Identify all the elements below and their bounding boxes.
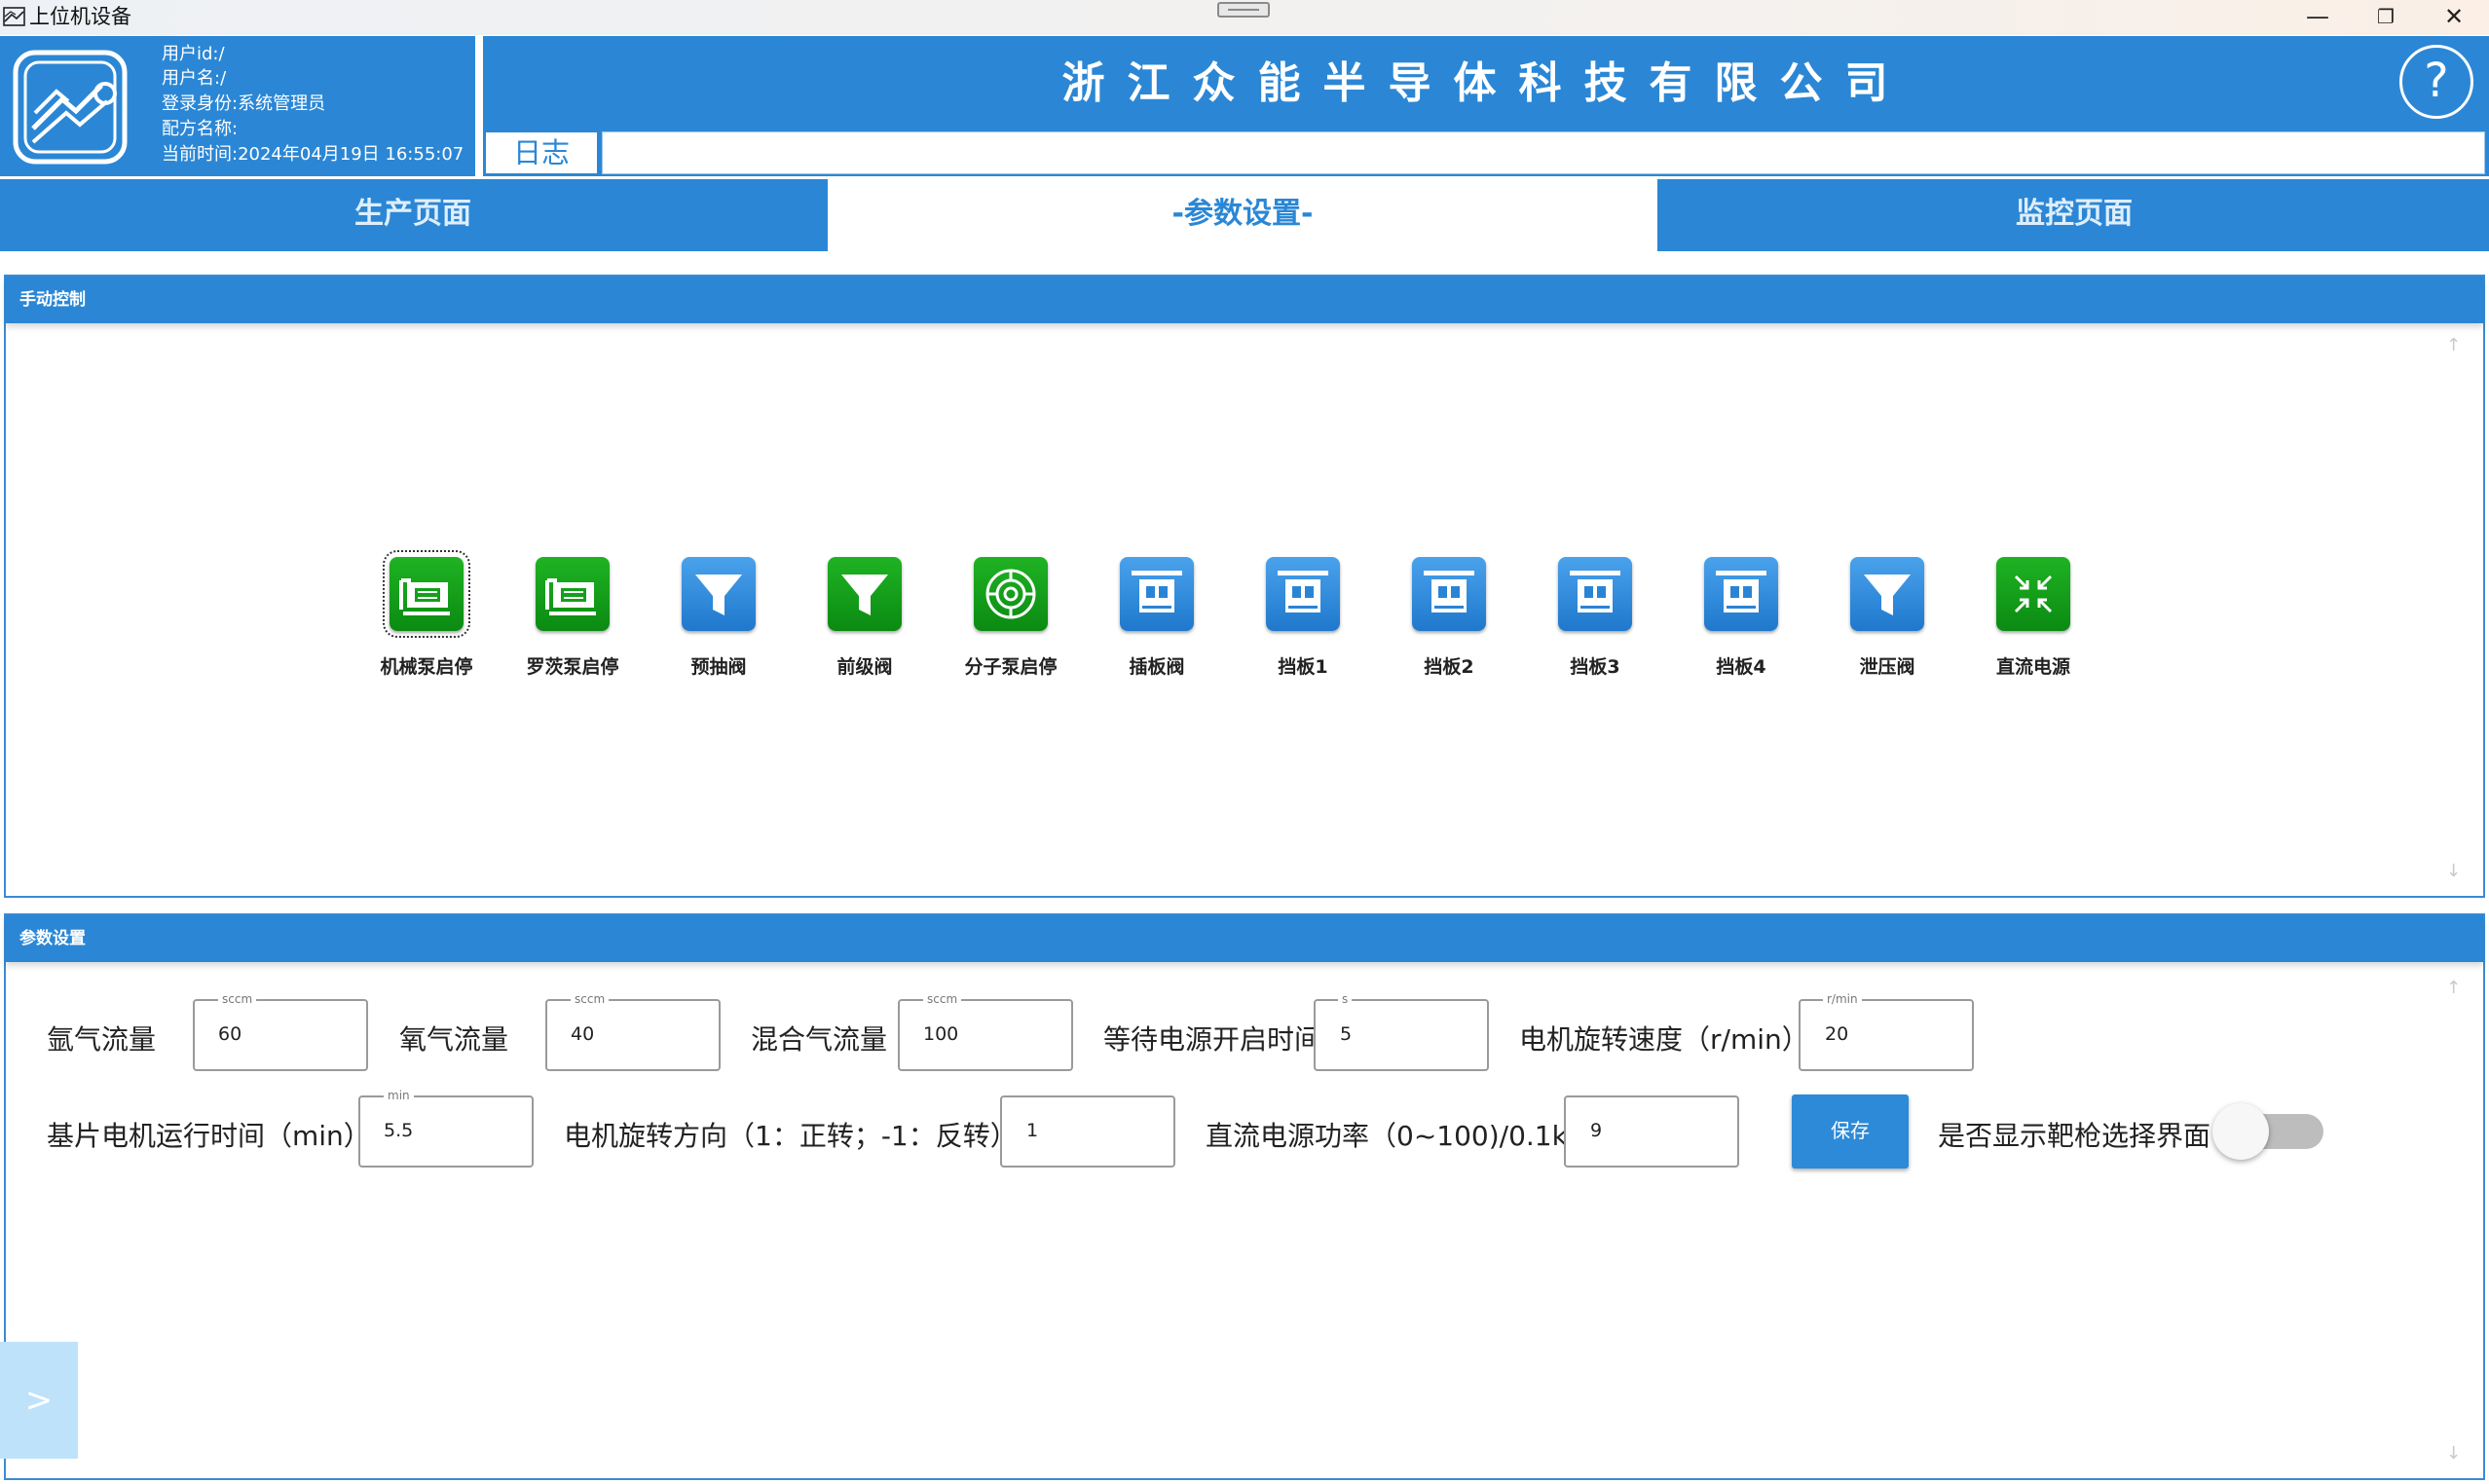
pump-icon [383,550,470,638]
manual-control-title: 手动控制 [6,277,2483,323]
minimize-button[interactable]: — [2283,0,2353,35]
mix-flow-label: 混合气流量 [751,1023,888,1056]
mix-flow-value: 100 [923,1023,959,1045]
window-title: 上位机设备 [29,5,131,28]
target-gun-toggle-label: 是否显示靶枪选择界面 [1938,1120,2211,1152]
restore-button[interactable]: ❐ [2351,0,2421,35]
control-label: 机械泵启停 [380,656,473,678]
gate-valve-icon [1120,557,1194,631]
save-button[interactable]: 保存 [1792,1094,1909,1169]
oxygen-flow-unit: sccm [571,992,610,1006]
motor-speed-label: 电机旋转速度（r/min） [1519,1023,1809,1056]
pump-icon [536,557,610,631]
control-label: 直流电源 [1995,656,2070,678]
control-label: 分子泵启停 [964,656,1058,678]
baffle-icon [1412,557,1486,631]
control-dc-power[interactable]: 直流电源 [1960,557,2106,679]
parameter-settings-panel: 参数设置 [4,913,2485,1480]
motor-direction-label: 电机旋转方向（1：正转；-1：反转） [564,1120,1018,1152]
scroll-up-icon[interactable]: ↑ [2446,335,2461,355]
toggle-knob[interactable] [2212,1103,2269,1160]
baffle-icon [1266,557,1340,631]
argon-flow-unit: sccm [218,992,257,1006]
control-label: 预抽阀 [690,656,747,678]
help-button[interactable]: ? [2399,45,2473,119]
motor-speed-unit: r/min [1823,992,1862,1006]
molecular-pump-icon [974,557,1048,631]
mix-flow-unit: sccm [923,992,962,1006]
power-wait-value: 5 [1340,1023,1353,1045]
motor-direction-value: 1 [1026,1120,1039,1141]
substrate-runtime-value: 5.5 [384,1120,414,1141]
scroll-down-icon[interactable]: ↓ [2446,861,2461,881]
control-label: 泄压阀 [1859,656,1915,678]
oxygen-flow-value: 40 [571,1023,595,1045]
motor-speed-value: 20 [1825,1023,1849,1045]
log-label: 日志 [485,131,598,174]
control-roots-pump[interactable]: 罗茨泵启停 [500,557,646,679]
argon-flow-value: 60 [218,1023,242,1045]
valve-funnel-icon [682,557,756,631]
side-expand-button[interactable]: > [0,1342,78,1459]
control-baffle-3[interactable]: 挡板3 [1522,557,1668,679]
parameter-settings-title: 参数设置 [6,915,2483,962]
company-name: 浙江众能半导体科技有限公司 [1061,58,1911,108]
drag-handle[interactable] [1217,2,1270,18]
control-label: 挡板2 [1424,656,1474,678]
substrate-runtime-unit: min [384,1089,414,1102]
control-gate-valve[interactable]: 插板阀 [1084,557,1230,679]
control-label: 挡板1 [1278,656,1328,678]
scroll-down-icon[interactable]: ↓ [2446,1443,2461,1464]
control-label: 挡板4 [1716,656,1766,678]
control-molecular-pump[interactable]: 分子泵启停 [938,557,1084,679]
log-field[interactable] [602,131,2485,174]
argon-flow-label: 氩气流量 [47,1023,157,1056]
control-label: 挡板3 [1570,656,1620,678]
control-baffle-2[interactable]: 挡板2 [1376,557,1522,679]
scroll-up-icon[interactable]: ↑ [2446,978,2461,998]
baffle-icon [1704,557,1778,631]
recipe-name: 配方名称: [162,119,239,139]
tab-production[interactable]: 生产页面 [0,179,826,251]
control-label: 插板阀 [1129,656,1185,678]
valve-funnel-icon [1850,557,1924,631]
user-id: 用户id:/ [162,44,225,64]
control-label: 罗茨泵启停 [526,656,619,678]
power-compress-icon [1996,557,2070,631]
close-button[interactable]: ✕ [2419,0,2489,35]
control-baffle-4[interactable]: 挡板4 [1668,557,1814,679]
valve-funnel-icon [828,557,902,631]
control-baffle-1[interactable]: 挡板1 [1230,557,1376,679]
dc-power-value: 9 [1590,1120,1603,1141]
control-pre-pump-valve[interactable]: 预抽阀 [646,557,792,679]
tab-parameter-settings[interactable]: -参数设置- [826,179,1659,251]
app-logo-icon [13,50,128,165]
control-relief-valve[interactable]: 泄压阀 [1814,557,1960,679]
tab-monitoring[interactable]: 监控页面 [1659,179,2489,251]
power-wait-unit: s [1338,992,1353,1006]
oxygen-flow-label: 氧气流量 [399,1023,509,1056]
control-foreline-valve[interactable]: 前级阀 [792,557,938,679]
control-mechanical-pump[interactable]: 机械泵启停 [353,550,500,679]
dc-power-label: 直流电源功率（0~100)/0.1kw [1206,1120,1590,1152]
user-name: 用户名:/ [162,68,227,89]
power-wait-label: 等待电源开启时间 [1103,1023,1322,1056]
baffle-icon [1558,557,1632,631]
control-label: 前级阀 [836,656,893,678]
app-icon [3,7,25,26]
current-time: 当前时间:2024年04月19日 16:55:07 [162,144,464,165]
user-role: 登录身份:系统管理员 [162,93,326,114]
substrate-runtime-label: 基片电机运行时间（min） [47,1120,371,1152]
